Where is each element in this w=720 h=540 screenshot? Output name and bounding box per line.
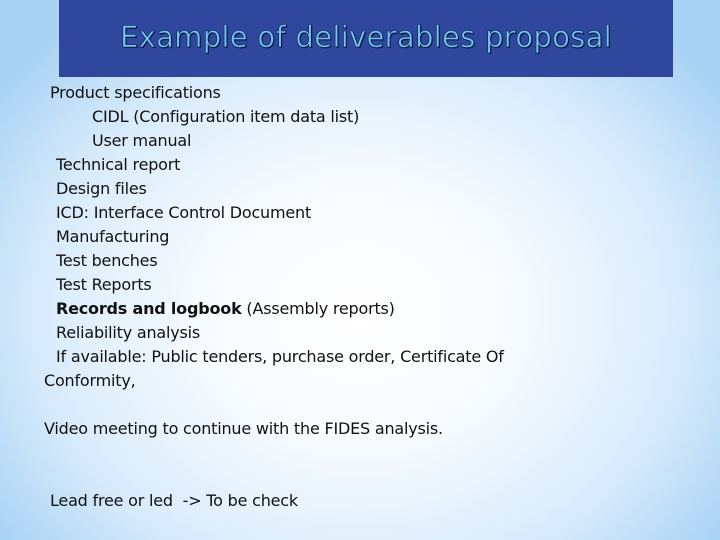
list-item: User manual xyxy=(92,131,192,150)
lead-free-note: Lead free or led -> To be check xyxy=(50,491,298,510)
list-item: Test Reports xyxy=(56,275,152,294)
list-item: Design files xyxy=(56,179,147,198)
list-item-bold: Records and logbook xyxy=(56,299,242,318)
title-bar: Example of deliverables proposal xyxy=(59,0,673,77)
list-item: CIDL (Configuration item data list) xyxy=(92,107,360,126)
list-item-rest: (Assembly reports) xyxy=(241,299,395,318)
list-item: Reliability analysis xyxy=(56,323,201,342)
list-item: Product specifications xyxy=(50,83,221,102)
list-item: ICD: Interface Control Document xyxy=(56,203,312,222)
list-item: If available: Public tenders, purchase o… xyxy=(56,347,504,366)
video-meeting-note: Video meeting to continue with the FIDES… xyxy=(44,419,443,438)
list-item: Conformity, xyxy=(44,371,136,390)
list-item: Manufacturing xyxy=(56,227,170,246)
list-item: Records and logbook (Assembly reports) xyxy=(56,299,395,319)
list-item: Test benches xyxy=(56,251,158,270)
list-item: Technical report xyxy=(56,155,181,174)
slide-title: Example of deliverables proposal xyxy=(119,20,613,55)
